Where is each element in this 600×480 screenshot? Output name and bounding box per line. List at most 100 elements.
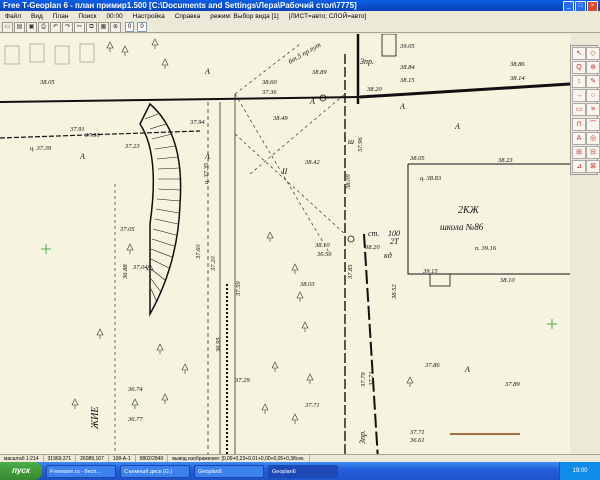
pencil-icon[interactable]: ✎	[586, 75, 600, 89]
elev-label: 38.09	[345, 174, 352, 190]
area-letter: A	[309, 97, 315, 106]
menu-file[interactable]: Файл	[0, 11, 26, 22]
elev-label: 38.20	[366, 86, 382, 93]
grid-crosses	[41, 244, 557, 329]
table-tool-icon[interactable]: ⊟	[586, 145, 600, 159]
area-letter: 2Т	[390, 237, 399, 246]
street-label: бт.5 пр.пут	[287, 41, 322, 66]
road-line-top	[0, 96, 361, 103]
elev-label: 36.77	[127, 416, 143, 423]
rect-tool-icon[interactable]: ▭	[572, 103, 586, 117]
arc-tool-icon[interactable]: ⌒	[586, 117, 600, 131]
building-code: 2КЖ	[458, 205, 480, 216]
elev-label: 37.71	[304, 402, 320, 409]
zoom-tool-icon[interactable]: Q	[572, 61, 586, 75]
elev-label: 38.03	[299, 281, 315, 288]
diag-line-4	[249, 93, 346, 175]
elev-label: 37.04	[132, 264, 148, 271]
elev-label: 37.05	[119, 226, 135, 233]
embankment	[139, 102, 182, 317]
elev-label: 37.23	[124, 143, 140, 150]
stairs	[429, 273, 451, 287]
task-removable-disk[interactable]: Съемный диск (G:)	[120, 464, 190, 478]
road-line-top-right	[359, 82, 570, 99]
add-point-icon[interactable]: ⊕	[586, 61, 600, 75]
map-drawing[interactable]: 38.05 37.91 37.50 37.23 ц. 37.39 37.94 3…	[0, 34, 570, 460]
coord-field-1[interactable]: 0	[125, 22, 135, 32]
menu-search[interactable]: Поиск	[73, 11, 101, 22]
symbol-tool-icon[interactable]: ◎	[586, 131, 600, 145]
circle-tool-icon[interactable]: ○	[586, 89, 600, 103]
redo-icon[interactable]: ↷	[62, 21, 73, 33]
elev-label: 38.10	[314, 242, 330, 249]
elev-label: 37.59	[235, 281, 242, 297]
elevation-labels: 38.05 37.91 37.50 37.23 ц. 37.39 37.94 3…	[30, 43, 525, 444]
map-canvas[interactable]: 38.05 37.91 37.50 37.23 ц. 37.39 37.94 3…	[0, 34, 570, 460]
new-icon[interactable]: ▭	[2, 21, 13, 33]
zoom-icon[interactable]: ⊕	[110, 21, 121, 33]
area-letter: A	[204, 152, 210, 161]
area-letter: II	[281, 167, 288, 176]
arrow-tool-icon[interactable]: →	[572, 89, 586, 103]
mode-indicator: режим: Выбор вида [1]	[210, 13, 279, 20]
triangle-tool-icon[interactable]: ⊿	[572, 159, 586, 173]
select-tool-icon[interactable]: ↖	[572, 47, 586, 60]
menu-view[interactable]: Вид	[26, 11, 48, 22]
area-letter: A	[454, 122, 460, 131]
frame-tool-icon[interactable]: ⊠	[586, 159, 600, 173]
elev-label: 37.60	[195, 244, 202, 260]
elev-label: 37.50	[84, 132, 100, 139]
paste-icon[interactable]: ▦	[98, 21, 109, 33]
diag-line-2	[234, 133, 346, 235]
menu-plan[interactable]: План	[48, 11, 74, 22]
elev-label: 37.89	[504, 381, 520, 388]
shape-tool-icon[interactable]: ◇	[586, 47, 600, 60]
elev-label: 38.49	[272, 115, 288, 122]
elev-label: 36.95	[215, 337, 222, 353]
elev-label: 36.74	[127, 386, 143, 393]
area-letter: A	[79, 152, 85, 161]
move-tool-icon[interactable]: ↕	[572, 75, 586, 89]
elev-label: 39.05	[399, 43, 415, 50]
undo-icon[interactable]: ↶	[50, 21, 61, 33]
task-browser[interactable]: Freeware.ru - бесп...	[46, 464, 116, 478]
elev-label: 37.96	[357, 137, 364, 153]
area-letter: ст.	[368, 229, 379, 238]
grid-tool-icon[interactable]: ⊞	[572, 145, 586, 159]
elev-label: 37.20	[210, 256, 217, 272]
elev-label: 38.05	[409, 155, 425, 162]
menu-settings[interactable]: Настройка	[128, 11, 170, 22]
elev-label: п. 39.16	[475, 245, 497, 252]
elev-label: ц. 37.35	[203, 162, 210, 184]
area-letter: A	[399, 102, 405, 111]
save-icon[interactable]: ▣	[26, 21, 37, 33]
elev-label: 37.86	[424, 362, 440, 369]
elev-label: 37.79	[360, 372, 367, 388]
elev-label: 38.84	[399, 64, 415, 71]
toolbar: ▭ ▤ ▣ ⎙ ↶ ↷ ✂ ⧉ ▦ ⊕ 0 0	[0, 21, 600, 33]
line-tool-icon[interactable]: ⊓	[572, 117, 586, 131]
layer-indicator: [ЛИСТ=авто; СЛОЙ=авто]	[288, 13, 367, 20]
area-letter: кд	[384, 251, 392, 260]
title-bar: Free T-Geoplan 6 - план примир1.500 [C:\…	[0, 0, 600, 12]
cut-icon[interactable]: ✂	[74, 21, 85, 33]
elev-label: 38.14	[509, 75, 525, 82]
task-geoplan[interactable]: Geoplan6	[194, 464, 264, 478]
elev-label: 38.23	[497, 157, 513, 164]
task-geoplan-active[interactable]: Geoplan6	[268, 464, 338, 478]
coord-field-2[interactable]: 0	[137, 22, 147, 32]
hatch-tool-icon[interactable]: ≡	[586, 103, 600, 117]
menu-help[interactable]: Справка	[170, 11, 206, 22]
open-icon[interactable]: ▤	[14, 21, 25, 33]
elev-label: 38.60	[261, 79, 277, 86]
elev-label: 37.71	[368, 371, 375, 387]
start-button[interactable]: пуск	[0, 462, 42, 480]
elev-label: 37.85	[347, 264, 354, 280]
area-letter: ш	[348, 137, 354, 146]
copy-icon[interactable]: ⧉	[86, 21, 97, 33]
elev-label: 37.29	[234, 377, 250, 384]
print-icon[interactable]: ⎙	[38, 21, 49, 33]
stairs-top	[381, 34, 397, 57]
elev-label: 38.89	[311, 69, 327, 76]
text-tool-icon[interactable]: A	[572, 131, 586, 145]
